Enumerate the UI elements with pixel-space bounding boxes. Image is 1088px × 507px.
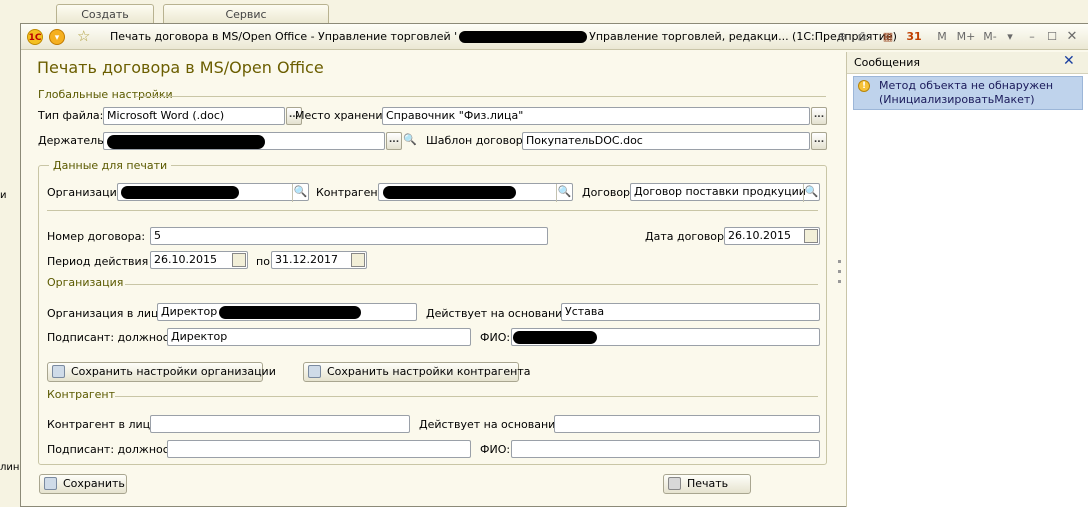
save-org-settings-button[interactable]: Сохранить настройки организации xyxy=(47,362,276,382)
counterparty-redaction xyxy=(383,186,516,199)
template-label: Шаблон договора: xyxy=(426,134,534,147)
splitter-dot xyxy=(838,270,841,273)
printer-icon xyxy=(668,476,681,490)
organization-section: Организация xyxy=(47,276,124,289)
global-settings-section: Глобальные настройки xyxy=(38,88,173,101)
print-icon[interactable]: ⎙ xyxy=(853,28,871,46)
global-settings-divider xyxy=(136,96,826,97)
save-counterparty-settings-button[interactable]: Сохранить настройки контрагента xyxy=(303,362,531,382)
left-fragment-2: лин xyxy=(0,462,20,473)
splitter-dot xyxy=(838,280,841,283)
file-type-label: Тип файла: xyxy=(38,109,104,122)
org-basis-field[interactable]: Устава xyxy=(561,303,820,321)
title-redaction xyxy=(459,31,588,43)
contract-field[interactable]: Договор поставки продкуции xyxy=(630,183,820,201)
contract-date-calendar-icon[interactable] xyxy=(804,229,818,243)
menu-dropdown-icon[interactable]: ▾ xyxy=(49,29,65,45)
print-contract-window: 1С ▾ ☆ Печать договора в MS/Open Office … xyxy=(20,23,1088,507)
storage-label: Место хранения: xyxy=(295,109,393,122)
memory-mminus-button[interactable]: M- xyxy=(979,28,1001,46)
close-icon[interactable]: ✕ xyxy=(1063,28,1081,46)
counterparty-section: Контрагент xyxy=(47,388,116,401)
splitter-dot xyxy=(838,260,841,263)
calc-icon[interactable]: ▦ xyxy=(879,28,897,46)
organization-search-icon[interactable]: 🔍 xyxy=(292,184,308,202)
holder-select-button[interactable]: ... xyxy=(386,132,402,150)
window-titlebar: 1С ▾ ☆ Печать договора в MS/Open Office … xyxy=(21,24,1088,50)
contract-date-label: Дата договора: xyxy=(645,230,735,243)
cp-fio-field[interactable] xyxy=(511,440,820,458)
memory-mplus-button[interactable]: M+ xyxy=(955,28,977,46)
minimize-icon[interactable]: – xyxy=(1023,28,1041,46)
form-title: Печать договора в MS/Open Office xyxy=(37,58,324,77)
org-person-redaction xyxy=(219,306,361,319)
warning-icon: ! xyxy=(858,80,870,92)
contract-number-field[interactable]: 5 xyxy=(150,227,548,245)
save-icon xyxy=(44,476,57,490)
cp-signer-label: Подписант: должность: xyxy=(47,443,186,456)
contract-number-label: Номер договора: xyxy=(47,230,146,243)
window-title: Печать договора в MS/Open Office - Управ… xyxy=(110,30,897,43)
app-logo-icon[interactable]: 1С xyxy=(27,29,43,45)
divider-1 xyxy=(47,210,818,211)
calendar-icon[interactable]: 31 xyxy=(905,28,923,46)
favorite-star-icon[interactable]: ☆ xyxy=(77,27,90,45)
cp-fio-label: ФИО: xyxy=(480,443,511,456)
left-fragment-1: и xyxy=(0,190,7,201)
storage-select-button[interactable]: ... xyxy=(811,107,827,125)
template-select-button[interactable]: ... xyxy=(811,132,827,150)
panel-splitter[interactable] xyxy=(837,254,843,294)
cp-basis-field[interactable] xyxy=(554,415,820,433)
messages-title: Сообщения xyxy=(854,56,921,69)
template-field[interactable]: ПокупательDOC.doc xyxy=(522,132,810,150)
cp-signer-field[interactable] xyxy=(167,440,471,458)
org-fio-label: ФИО: xyxy=(480,331,511,344)
print-button[interactable]: Печать xyxy=(663,474,751,494)
contract-label: Договор: xyxy=(582,186,634,199)
org-person-label: Организация в лице: xyxy=(47,307,169,320)
holder-redaction xyxy=(107,135,265,149)
org-fio-redaction xyxy=(513,331,597,344)
holder-label: Держатель: xyxy=(38,134,108,147)
contract-search-icon[interactable]: 🔍 xyxy=(803,184,819,202)
save-settings-icon xyxy=(308,364,321,378)
save-button[interactable]: Сохранить xyxy=(39,474,127,494)
counterparty-divider xyxy=(115,396,818,397)
messages-panel: Сообщения ✕ ! Метод объекта не обнаружен… xyxy=(846,52,1088,507)
org-signer-label: Подписант: должность: xyxy=(47,331,186,344)
period-from-calendar-icon[interactable] xyxy=(232,253,246,267)
period-to-calendar-icon[interactable] xyxy=(351,253,365,267)
messages-header: Сообщения ✕ xyxy=(847,52,1088,74)
storage-field[interactable]: Справочник "Физ.лица" xyxy=(382,107,810,125)
org-signer-field[interactable]: Директор xyxy=(167,328,471,346)
nav-icon[interactable]: ⊕ xyxy=(833,28,851,46)
organization-redaction xyxy=(121,186,239,199)
cp-basis-label: Действует на основании: xyxy=(419,418,567,431)
organization-label: Организация: xyxy=(47,186,128,199)
print-data-section: Данные для печати xyxy=(49,159,172,173)
messages-close-icon[interactable]: ✕ xyxy=(1063,53,1075,69)
cp-person-label: Контрагент в лице: xyxy=(47,418,161,431)
period-label: Период действия с: xyxy=(47,255,162,268)
file-type-field[interactable]: Microsoft Word (.doc) xyxy=(103,107,285,125)
chevron-down-icon[interactable]: ▾ xyxy=(1001,28,1019,46)
counterparty-search-icon[interactable]: 🔍 xyxy=(556,184,572,202)
holder-search-icon[interactable]: 🔍 xyxy=(402,132,418,150)
message-item[interactable]: ! Метод объекта не обнаружен (Инициализи… xyxy=(853,76,1083,110)
cp-person-field[interactable] xyxy=(150,415,410,433)
maximize-icon[interactable]: ☐ xyxy=(1043,28,1061,46)
org-basis-label: Действует на основании: xyxy=(426,307,574,320)
message-line-2: (ИнициализироватьМакет) xyxy=(879,93,1035,106)
counterparty-label: Контрагент: xyxy=(316,186,388,199)
save-settings-icon xyxy=(52,364,65,378)
memory-m-button[interactable]: M xyxy=(933,28,951,46)
organization-divider xyxy=(125,284,818,285)
